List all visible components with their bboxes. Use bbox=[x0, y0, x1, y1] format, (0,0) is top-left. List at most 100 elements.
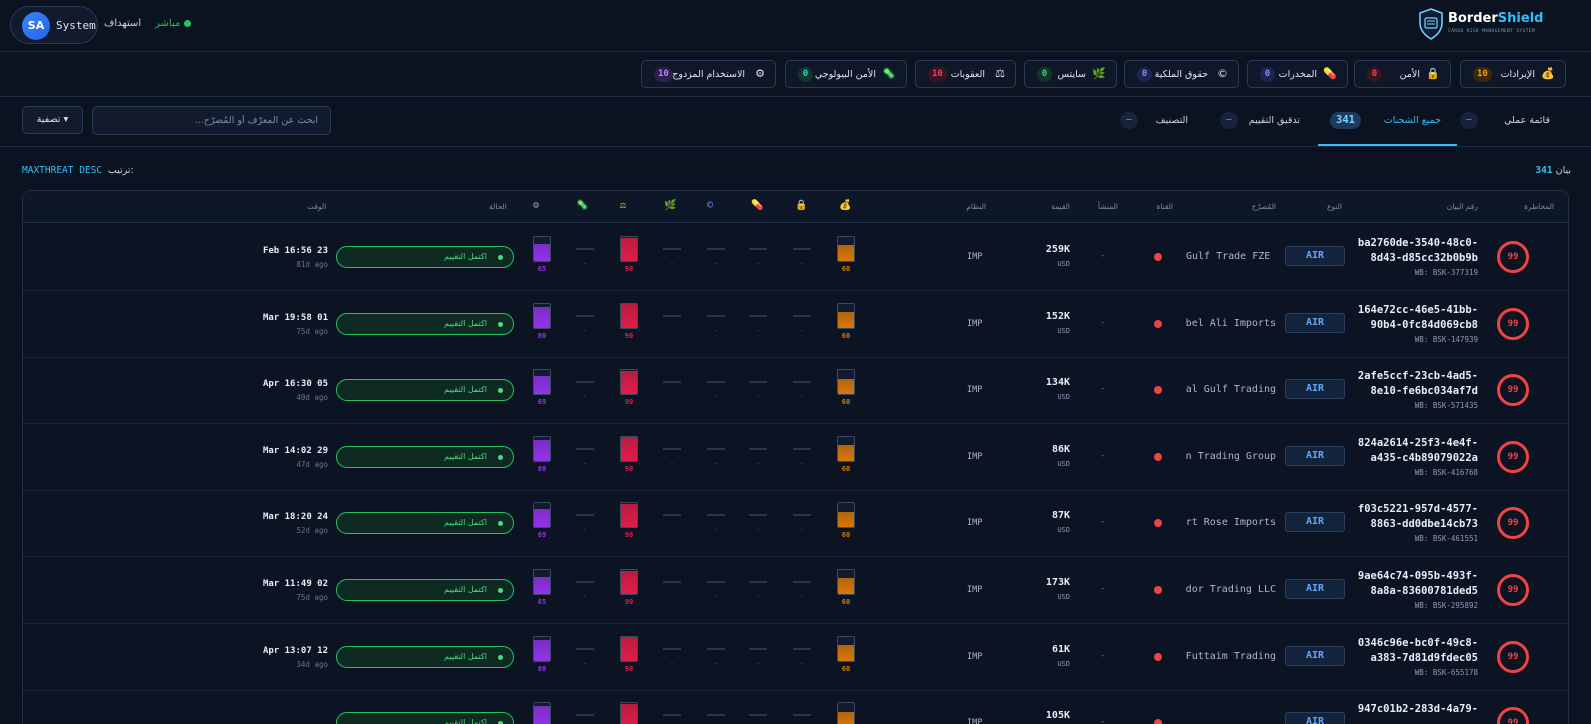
user-menu[interactable]: SA System bbox=[10, 6, 98, 44]
declared-value: 87K bbox=[1051, 510, 1070, 522]
dual_use-score-value: 69 bbox=[537, 398, 547, 407]
status-badge: اكتمل التقييم bbox=[336, 312, 514, 335]
col-declarant[interactable]: المُصرّح bbox=[1252, 202, 1276, 211]
category-chip[interactable]: © حقوق الملكية 0 bbox=[1124, 60, 1239, 88]
sort-indicator[interactable]: MAXTHREAT DESC ترتيب: bbox=[22, 165, 134, 176]
col-id[interactable]: رقم البيان bbox=[1447, 202, 1478, 211]
dual_use-score-value: 80 bbox=[537, 664, 547, 673]
empty-score-label: - bbox=[669, 393, 675, 402]
table-row[interactable]: 99 2afe5ccf-23cb-4ad5- 8e10-fe6bc034af7d WB… bbox=[23, 357, 1568, 425]
empty-score-dash bbox=[749, 447, 767, 450]
sanctions-score-value: 90 bbox=[624, 464, 634, 473]
shipment-id[interactable]: f03c5221-957d-4577- 8863-dd0dbe14cb73 bbox=[1338, 502, 1478, 532]
sanctions-score-bar bbox=[620, 502, 638, 529]
waybill-number: WB: BSK-377319 bbox=[1414, 268, 1478, 277]
regime-code: IMP bbox=[967, 718, 983, 724]
table-row[interactable]: 99 ba2760de-3540-48c0- 8d43-d85cc32b0b9b WB… bbox=[23, 224, 1568, 291]
category-chip[interactable]: ⚖ العقوبات 10 bbox=[915, 60, 1016, 88]
search-input[interactable] bbox=[92, 106, 331, 135]
bar-fill bbox=[838, 378, 854, 395]
empty-score-label: - bbox=[755, 659, 761, 668]
transport-type-badge: AIR bbox=[1285, 512, 1345, 533]
sanctions-score-value: 90 bbox=[624, 398, 634, 407]
tab-all-shipments[interactable]: جميع الشحنات 341 bbox=[1318, 97, 1457, 146]
col-regime[interactable]: النظام bbox=[966, 202, 986, 211]
live-dot-icon bbox=[184, 19, 192, 27]
empty-score-dash bbox=[707, 381, 725, 384]
risk-score-ring: 99 bbox=[1497, 574, 1529, 606]
revenue-score-bar bbox=[837, 635, 855, 662]
empty-score-label: - bbox=[799, 459, 805, 468]
tab-count: — bbox=[1460, 112, 1478, 129]
tab-label: التصنيف bbox=[1155, 115, 1188, 126]
category-label: الأمن البيولوجي bbox=[814, 69, 876, 80]
tab-classification[interactable]: التصنيف — bbox=[1120, 97, 1200, 146]
shipment-id[interactable]: 947c01b2-283d-4a79- bbox=[1338, 702, 1478, 717]
shipment-id[interactable]: 9ae64c74-095b-493f- 8a8a-83600781ded5 bbox=[1338, 569, 1478, 599]
bar-fill bbox=[838, 711, 854, 724]
category-chip[interactable]: ⚙ الاستخدام المزدوج 10 bbox=[641, 60, 776, 88]
category-chip[interactable]: 🔒 الأمن 0 bbox=[1354, 60, 1451, 88]
shipment-id[interactable]: ba2760de-3540-48c0- 8d43-d85cc32b0b9b bbox=[1338, 236, 1478, 266]
empty-score-dash bbox=[749, 581, 767, 583]
col-value[interactable]: القيمة bbox=[1051, 202, 1070, 211]
table-row[interactable]: 99947c01b2-283d-4a79-AIR-105KUSDIMP60---… bbox=[23, 690, 1568, 724]
table-row[interactable]: 99 0346c96e-bc0f-49c8- a383-7d81d9fdec05 WB… bbox=[23, 624, 1568, 691]
channel-red-indicator bbox=[1154, 586, 1162, 594]
declared-value: 173K bbox=[1045, 577, 1070, 588]
empty-score-dash bbox=[707, 514, 725, 517]
tab-my-worklist[interactable]: قائمة عملي — bbox=[1460, 97, 1570, 146]
table-row[interactable]: 99 824a2614-25f3-4e4f-a435-c4b89079022a WB… bbox=[23, 424, 1568, 491]
transport-type-badge: AIR bbox=[1285, 579, 1345, 599]
sanctions-score-bar bbox=[620, 302, 638, 329]
origin-value: - bbox=[1100, 717, 1106, 724]
declarant-name: Global Gulf Trading bbox=[1186, 384, 1276, 396]
col-time[interactable]: الوقت bbox=[307, 202, 326, 211]
category-label: الأمن bbox=[1399, 69, 1420, 80]
declared-value: 105K bbox=[1045, 710, 1070, 722]
transport-type-badge: AIR bbox=[1285, 645, 1345, 666]
col-channel[interactable]: القناة bbox=[1156, 202, 1173, 211]
category-chip[interactable]: 💊 المخدرات 0 bbox=[1247, 60, 1348, 88]
table-row[interactable]: 99 164e72cc-46e5-41bb- 90b4-0fc84d069cb8 WB… bbox=[23, 291, 1568, 358]
origin-value: - bbox=[1100, 450, 1106, 461]
tab-rating-audit[interactable]: تدقيق التقييم — bbox=[1220, 97, 1310, 146]
empty-score-label: - bbox=[799, 260, 805, 268]
table-row[interactable]: 99 9ae64c74-095b-493f- 8a8a-83600781ded5 WB… bbox=[23, 557, 1568, 624]
gear-icon: ⚙ bbox=[755, 67, 765, 80]
status-badge: اكتمل التقييم bbox=[336, 246, 514, 268]
revenue-score-value: 60 bbox=[841, 331, 851, 340]
empty-score-dash bbox=[793, 447, 811, 450]
col-origin[interactable]: المنشأ bbox=[1098, 202, 1118, 211]
empty-score-label: - bbox=[582, 593, 588, 601]
declarant-name: Gulf Trade FZE bbox=[1186, 251, 1271, 262]
col-status[interactable]: الحالة bbox=[489, 202, 507, 211]
shipment-id[interactable]: 0346c96e-bc0f-49c8- a383-7d81d9fdec05 bbox=[1338, 636, 1478, 666]
category-chip[interactable]: 💰 الإيرادات 10 bbox=[1460, 60, 1566, 88]
empty-score-label: - bbox=[755, 526, 761, 535]
table-row[interactable]: 99 f03c5221-957d-4577- 8863-dd0dbe14cb73 WB… bbox=[23, 490, 1568, 558]
category-chip[interactable]: 🌿 سايتس 0 bbox=[1024, 60, 1117, 88]
bar-fill bbox=[534, 639, 550, 661]
declarant-name: Falcon Trading Group bbox=[1186, 450, 1276, 462]
category-count: 10 bbox=[1473, 67, 1492, 82]
declared-value: 86K bbox=[1051, 443, 1070, 455]
shipment-id[interactable]: 824a2614-25f3-4e4f-a435-c4b89079022a bbox=[1338, 436, 1478, 466]
revenue-score-bar bbox=[837, 569, 855, 595]
brand-name: BorderShield bbox=[1448, 11, 1544, 26]
empty-score-label: - bbox=[755, 326, 761, 335]
empty-score-label: - bbox=[582, 659, 588, 668]
col-risk[interactable]: المخاطرة bbox=[1524, 202, 1554, 211]
col-type[interactable]: النوع bbox=[1327, 202, 1342, 211]
category-chip[interactable]: 🦠 الأمن البيولوجي 0 bbox=[785, 60, 907, 88]
dual_use-score-bar bbox=[533, 302, 551, 329]
empty-score-dash bbox=[663, 314, 681, 317]
targeting-link[interactable]: استهداف bbox=[104, 18, 141, 29]
shipment-id[interactable]: 164e72cc-46e5-41bb- 90b4-0fc84d069cb8 bbox=[1338, 303, 1478, 333]
filter-button[interactable]: تصفية ▾ bbox=[22, 106, 83, 134]
shipment-id[interactable]: 2afe5ccf-23cb-4ad5- 8e10-fe6bc034af7d bbox=[1338, 369, 1478, 399]
status-badge: اكتمل التقييم bbox=[336, 645, 514, 668]
tab-label: جميع الشحنات bbox=[1383, 115, 1441, 126]
tab-count: 341 bbox=[1330, 112, 1361, 129]
channel-red-indicator bbox=[1154, 719, 1162, 724]
